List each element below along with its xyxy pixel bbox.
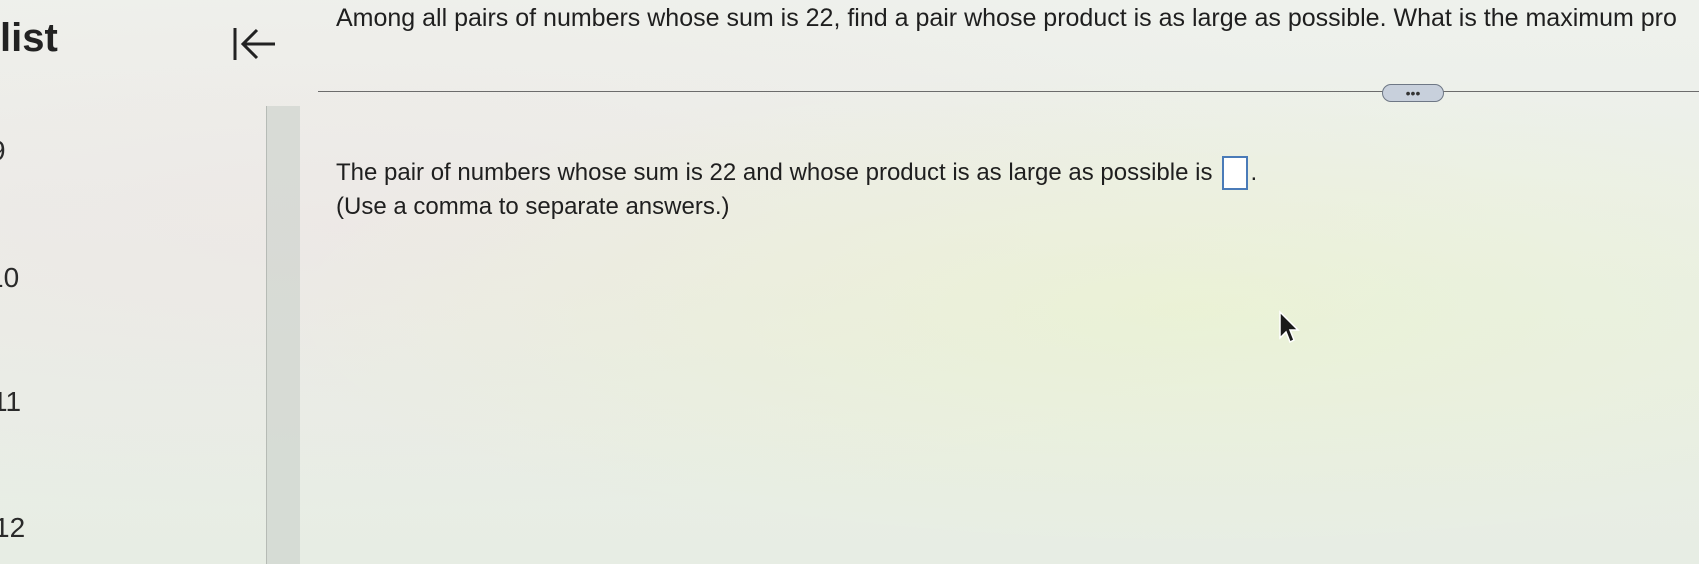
collapse-left-icon — [233, 28, 275, 60]
question-text: Among all pairs of numbers whose sum is … — [336, 4, 1677, 32]
sidebar-divider — [266, 106, 300, 564]
sidebar-title: list — [0, 16, 58, 60]
more-button[interactable]: ••• — [1382, 84, 1444, 102]
answer-period: . — [1250, 159, 1258, 186]
sidebar-item-11[interactable]: 11 — [0, 386, 21, 418]
collapse-sidebar-button[interactable] — [228, 18, 282, 70]
answer-prompt: The pair of numbers whose sum is 22 and … — [336, 159, 1213, 186]
sidebar-item-12[interactable]: 12 — [0, 512, 25, 544]
section-divider — [318, 91, 1699, 92]
sidebar-item-10[interactable]: 10 — [0, 262, 19, 294]
mouse-pointer-icon — [1279, 310, 1300, 344]
answer-input[interactable] — [1222, 156, 1249, 190]
question-list-sidebar: list 9 10 11 12 — [0, 0, 300, 564]
sidebar-item-9[interactable]: 9 — [0, 135, 6, 167]
answer-line: The pair of numbers whose sum is 22 and … — [336, 156, 1257, 190]
answer-hint: (Use a comma to separate answers.) — [336, 193, 730, 220]
